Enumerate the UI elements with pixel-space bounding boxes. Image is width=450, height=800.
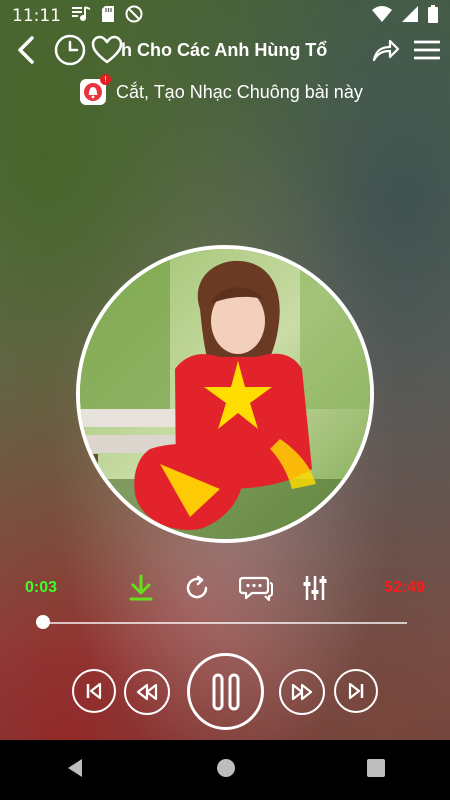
favorite-heart-icon[interactable] [90, 32, 124, 68]
fast-forward-icon [291, 683, 313, 701]
battery-icon [428, 4, 438, 28]
total-duration: 52:49 [384, 579, 425, 596]
song-title: nh Cho Các Anh Hùng Tổ [122, 32, 364, 68]
ringtone-label: Cắt, Tạo Nhạc Chuông bài này [116, 81, 363, 102]
playback-controls [0, 650, 450, 734]
home-circle-icon[interactable] [215, 757, 237, 783]
no-disturb-icon [125, 5, 143, 28]
player-tools [128, 572, 328, 608]
history-clock-icon[interactable] [53, 32, 87, 68]
rewind-icon [136, 683, 158, 701]
menu-icon[interactable] [412, 32, 442, 68]
share-icon[interactable] [370, 32, 402, 68]
comments-icon[interactable] [239, 574, 274, 606]
recents-square-icon[interactable] [366, 758, 386, 782]
seek-bar[interactable] [36, 615, 407, 629]
back-arrow-icon[interactable] [12, 32, 40, 68]
ringtone-icon: ! [80, 74, 111, 105]
song-title-text: nh Cho Các Anh Hùng Tổ [122, 39, 328, 60]
player-toolbar: nh Cho Các Anh Hùng Tổ [0, 32, 450, 68]
skip-previous-button[interactable] [72, 669, 116, 713]
fast-forward-button[interactable] [279, 669, 325, 715]
pause-icon [212, 673, 239, 710]
status-time: 11:11 [12, 6, 61, 26]
skip-next-icon [348, 682, 364, 700]
status-bar: 11:11 [0, 0, 450, 32]
album-art [76, 245, 374, 543]
pause-button[interactable] [187, 653, 264, 730]
skip-next-button[interactable] [334, 669, 378, 713]
sd-card-icon [101, 5, 115, 28]
skip-previous-icon [86, 682, 102, 700]
back-triangle-icon[interactable] [64, 757, 86, 783]
make-ringtone-link[interactable]: ! Cắt, Tạo Nhạc Chuông bài này [80, 74, 363, 108]
equalizer-icon[interactable] [302, 574, 328, 606]
rewind-button[interactable] [124, 669, 170, 715]
notification-badge: ! [100, 74, 111, 85]
current-time: 0:03 [25, 579, 58, 596]
system-navigation-bar [0, 740, 450, 800]
download-icon[interactable] [128, 574, 154, 606]
wifi-icon [372, 5, 392, 27]
music-note-icon [71, 5, 91, 28]
repeat-icon[interactable] [183, 574, 211, 606]
signal-icon [402, 5, 418, 27]
